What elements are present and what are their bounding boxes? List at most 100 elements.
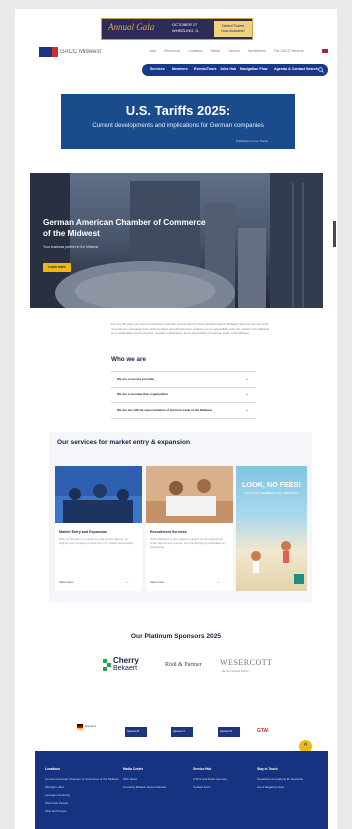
page: Annual Gala OCTOBER 17 WHEELING, IL Tabl… <box>15 9 337 829</box>
tariff-banner[interactable]: U.S. Tariffs 2025: Current developments … <box>61 94 295 149</box>
side-tab[interactable] <box>333 221 336 247</box>
recruitment-image <box>146 466 233 523</box>
top-link[interactable]: Jobs <box>149 49 156 53</box>
hero-button-label: Learn more <box>48 265 66 269</box>
footer-heading: Media Center <box>123 767 144 771</box>
footer-link[interactable]: Ohio and People <box>45 809 67 813</box>
footer-link[interactable]: Lexington Kentucky <box>45 793 70 797</box>
nav-item-members[interactable]: Members <box>172 67 188 71</box>
top-link[interactable]: Newsletters <box>248 49 266 53</box>
event-cta-line2: Now Available! <box>221 29 245 33</box>
accordion-item[interactable]: We are a membership organization ⌄ <box>111 387 256 403</box>
partner-name: Sponsor D <box>220 730 233 733</box>
service-card-market-entry[interactable]: Market Entry and Expansion With our 50 y… <box>55 466 142 591</box>
nav-item-search[interactable]: Search <box>306 67 318 71</box>
nav-item-agenda[interactable]: Agenda & Contact <box>274 67 305 71</box>
sponsor-name: Bekaert <box>113 665 138 672</box>
logo-text[interactable]: GACC Midwest <box>60 49 101 55</box>
partner-logo[interactable]: Sponsor C <box>171 727 193 737</box>
partner-logo[interactable]: Sponsor D <box>218 727 240 737</box>
accordion-label: We are the official representative of Ge… <box>117 408 213 412</box>
services-heading: Our services for market entry & expansio… <box>57 439 191 446</box>
nav-item-navigation[interactable]: Navigation Flow <box>240 67 268 71</box>
nav-item-jobs[interactable]: Jobs Hub <box>220 67 236 71</box>
card-title: Market Entry and Expansion <box>59 530 108 534</box>
partner-name: Sponsor C <box>173 730 186 733</box>
sponsors-heading: Our Platinum Sponsors 2025 <box>130 633 222 640</box>
hero: German American Chamber of Commerce of t… <box>30 173 323 308</box>
market-entry-image <box>55 466 142 523</box>
sponsor-cherry-bekaert[interactable]: Cherry Bekaert <box>113 657 139 672</box>
logo-mark[interactable] <box>39 47 52 57</box>
tariff-subtitle: Current developments and implications fo… <box>92 122 264 129</box>
nav-item-events[interactable]: Events/Tours <box>194 67 217 71</box>
sponsor-name: Cherry <box>113 657 139 665</box>
event-date: OCTOBER 17 WHEELING, IL <box>172 22 199 34</box>
top-link[interactable]: Media <box>211 49 220 53</box>
promo-subtitle: GACC HAS MEMBERS-ONLY BENEFITS <box>244 491 299 495</box>
event-cta[interactable]: Tables/Tickets Now Available! <box>214 21 252 37</box>
partner-name: Sponsor B <box>127 730 140 733</box>
footer-link[interactable]: German American Chamber of Commerce of t… <box>45 777 119 781</box>
search-icon[interactable] <box>318 67 324 73</box>
sponsor-wesercott[interactable]: WESERCOTT <box>220 658 273 667</box>
accordion-label: We are a membership organization <box>117 392 169 396</box>
sponsor-roedl[interactable]: Rödl & Partner <box>165 662 202 668</box>
footer-link[interactable]: Web News <box>123 777 137 781</box>
top-link[interactable]: Resources <box>164 49 180 53</box>
top-link[interactable]: The GACC Network <box>274 49 304 53</box>
partner-logo[interactable]: Sponsor B <box>125 727 147 737</box>
card-view-more-link[interactable]: View more <box>59 580 73 584</box>
top-link[interactable]: Careers <box>228 49 240 53</box>
footer-heading: Service Hub <box>193 767 212 771</box>
nav-item-services[interactable]: Services <box>150 67 165 71</box>
partner-logo-gtai[interactable]: GTAI <box>257 728 269 734</box>
footer-heading: Locations <box>45 767 61 771</box>
chevron-down-icon: ⌄ <box>245 376 250 382</box>
who-we-are-heading: Who we are <box>111 356 146 363</box>
language-flag-icon[interactable] <box>322 49 328 53</box>
accordion-label: We are a service provider <box>117 377 155 381</box>
footer-heading: Stay in Touch <box>257 767 278 771</box>
chevron-down-icon: ⌄ <box>245 407 250 413</box>
tariff-note: Publikation in our Portal <box>236 139 268 143</box>
membership-promo[interactable]: LOOK, NO FEES! GACC HAS MEMBERS-ONLY BEN… <box>236 466 307 591</box>
logo-flag-mark <box>52 47 58 57</box>
sponsor-tagline: Member Network Partner <box>222 670 249 673</box>
card-description: With our 50 years of experience and stro… <box>59 537 134 545</box>
event-banner[interactable]: Annual Gala OCTOBER 17 WHEELING, IL Tabl… <box>101 18 253 40</box>
hero-learn-more-button[interactable]: Learn more <box>43 263 71 272</box>
arrow-right-icon[interactable]: → <box>125 579 129 584</box>
chevron-down-icon: ⌄ <box>245 391 250 397</box>
beach-image <box>251 541 304 584</box>
hero-subtitle: Your business partner in the Midwest <box>43 245 99 249</box>
hero-title: German American Chamber of Commerce of t… <box>43 218 206 238</box>
promo-headline: LOOK, NO FEES! <box>242 480 301 489</box>
footer-link[interactable]: Get a Magazine Now <box>257 785 284 789</box>
event-title: Annual Gala <box>108 22 155 32</box>
card-title: Recruitment Services <box>150 530 187 534</box>
footer-link[interactable]: Newsletter Anmeldung für Deutsche <box>257 777 303 781</box>
tariff-title: U.S. Tariffs 2025: <box>125 103 231 118</box>
event-date-line2: WHEELING, IL <box>172 28 199 33</box>
footer-link[interactable]: Contact Form <box>193 785 211 789</box>
intro-text: For over 50 years, the German American C… <box>111 322 270 335</box>
footer-link[interactable]: GTAI Local Delta Germany <box>193 777 228 781</box>
top-links: Jobs Resources Locations Media Careers N… <box>149 49 311 53</box>
arrow-right-icon[interactable]: → <box>216 579 220 584</box>
footer-link[interactable]: Wisconsin People <box>45 801 68 805</box>
footer-link[interactable]: Michigan office <box>45 785 64 789</box>
top-link[interactable]: Locations <box>188 49 203 53</box>
partner-logo[interactable]: Sponsor A <box>77 722 97 736</box>
accordion-item[interactable]: We are a service provider ⌄ <box>111 371 256 388</box>
main-nav: Services Members Events/Tours Jobs Hub N… <box>142 64 328 76</box>
footer: Locations German American Chamber of Com… <box>35 751 328 829</box>
card-view-more-link[interactable]: View more <box>150 580 164 584</box>
event-cta-line1: Tables/Tickets <box>221 24 245 28</box>
hero-overlay <box>30 173 323 308</box>
accordion-item[interactable]: We are the official representative of Ge… <box>111 403 256 419</box>
partner-name: Sponsor A <box>85 725 97 728</box>
cherry-logo-icon[interactable] <box>103 659 112 671</box>
service-card-recruitment[interactable]: Recruitment Services GACC Midwest is you… <box>146 466 233 591</box>
footer-link[interactable]: Germany Midwest Report Results <box>123 785 166 789</box>
